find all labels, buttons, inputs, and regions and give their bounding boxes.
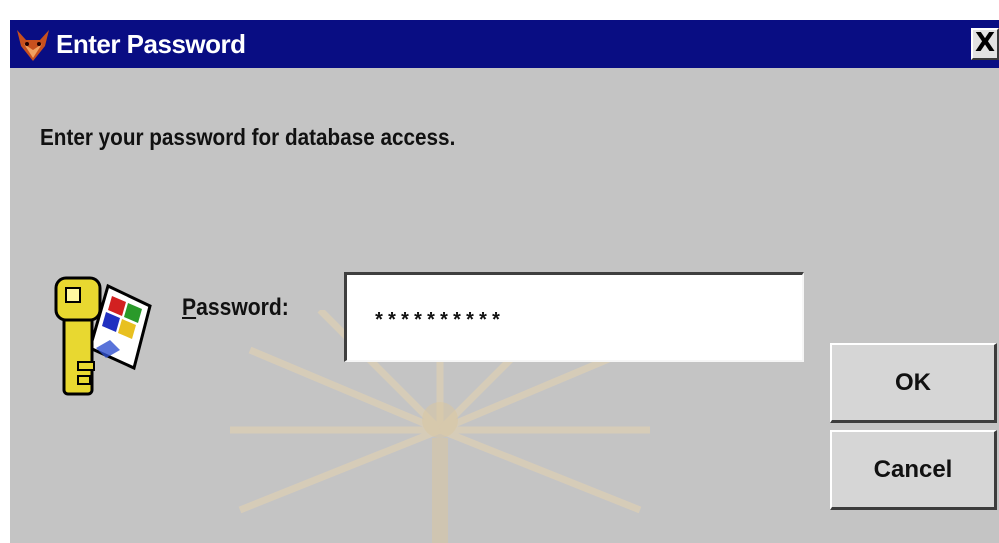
password-label-mnemonic: P (182, 294, 197, 321)
key-windows-icon (54, 276, 152, 396)
title-bar[interactable]: Enter Password X (10, 20, 999, 68)
password-input[interactable]: ********** (344, 272, 804, 362)
password-dialog: Enter Password X Enter your password for… (10, 20, 999, 543)
ok-button[interactable]: OK (830, 343, 997, 423)
fox-icon (17, 30, 49, 61)
password-label-rest: assword: (196, 294, 289, 321)
close-button[interactable]: X (971, 28, 999, 60)
password-label: Password: (182, 294, 289, 322)
cancel-button[interactable]: Cancel (830, 430, 997, 510)
window-title: Enter Password (56, 29, 246, 59)
prompt-text: Enter your password for database access. (40, 124, 456, 150)
